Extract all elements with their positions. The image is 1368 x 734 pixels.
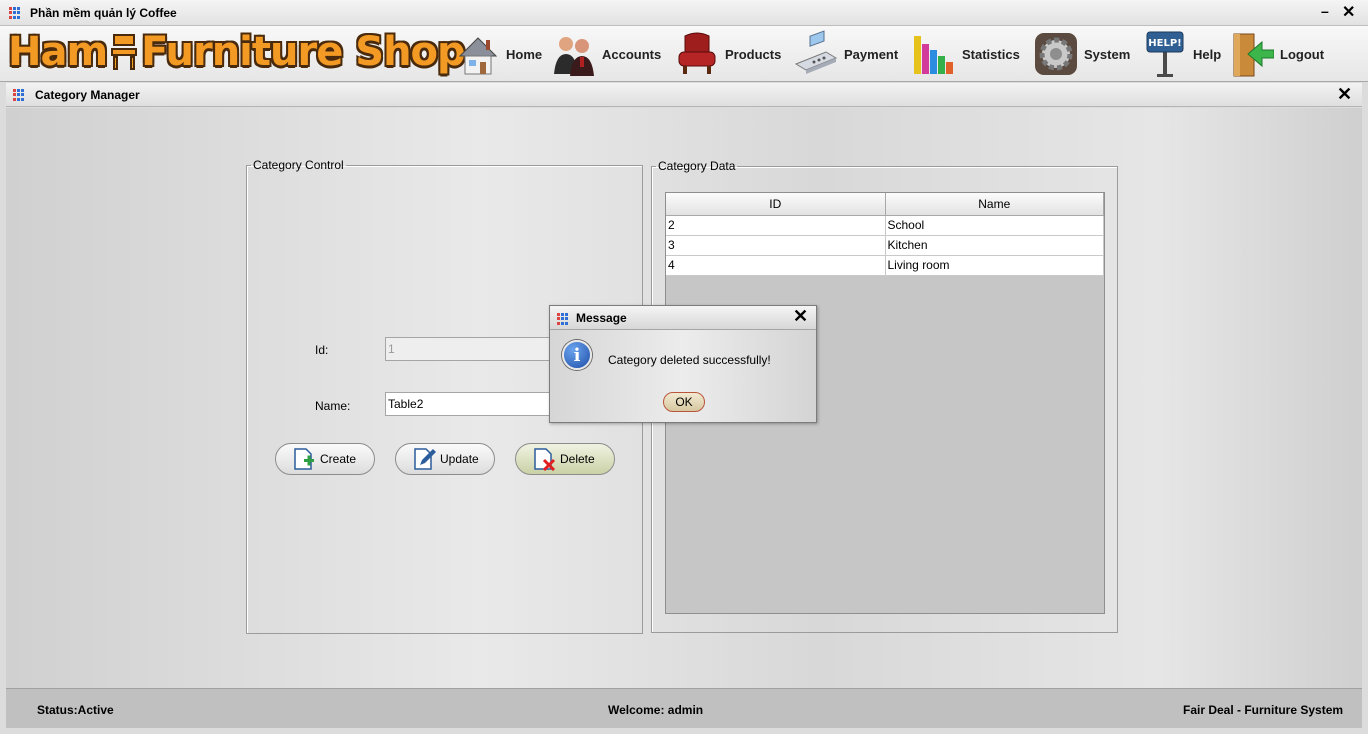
- name-field[interactable]: [385, 392, 555, 416]
- id-label: Id:: [315, 343, 329, 357]
- svg-text:HELP!: HELP!: [1148, 38, 1181, 49]
- house-icon: [458, 37, 498, 75]
- cell-id[interactable]: 3: [666, 235, 886, 256]
- shop-logo: Ham Furniture Shop: [8, 28, 466, 76]
- delete-button-label: Delete: [560, 452, 595, 466]
- delete-button[interactable]: Delete: [515, 443, 615, 475]
- nav-accounts[interactable]: Accounts: [552, 26, 661, 82]
- column-header-name[interactable]: Name: [885, 193, 1104, 216]
- category-manager-titlebar: Category Manager ✕: [6, 83, 1362, 107]
- status-active-text: Status:Active: [37, 703, 114, 717]
- status-bar: Status:Active Welcome: admin Fair Deal -…: [6, 688, 1362, 728]
- bar-chart-icon: [914, 36, 953, 74]
- delete-document-icon: [534, 448, 556, 471]
- ok-button[interactable]: OK: [663, 392, 705, 412]
- nav-home[interactable]: Home: [456, 26, 542, 82]
- cash-register-icon: [794, 30, 838, 74]
- logout-door-icon: [1233, 33, 1274, 77]
- users-icon: [554, 37, 594, 76]
- minimize-button[interactable]: –: [1321, 3, 1329, 19]
- cell-name[interactable]: Living room: [885, 255, 1104, 276]
- dialog-message: Category deleted successfully!: [608, 353, 771, 367]
- nav-logout[interactable]: Logout: [1230, 26, 1324, 82]
- nav-home-label: Home: [506, 46, 543, 62]
- nav-system[interactable]: System: [1034, 26, 1130, 82]
- frame-title: Category Manager: [35, 88, 140, 102]
- table-row[interactable]: 4 Living room: [666, 255, 1104, 276]
- logo-text-ham: Ham: [8, 29, 108, 75]
- table-row[interactable]: 3 Kitchen: [666, 235, 1104, 256]
- create-button[interactable]: Create: [275, 443, 375, 475]
- help-sign-icon: HELP!: [1146, 31, 1184, 77]
- update-button[interactable]: Update: [395, 443, 495, 475]
- gear-icon: [1035, 33, 1077, 75]
- welcome-text: Welcome: admin: [608, 703, 704, 717]
- create-button-label: Create: [320, 452, 357, 466]
- nav-help-label: Help: [1193, 46, 1222, 62]
- system-name-text: Fair Deal - Furniture System: [1183, 703, 1344, 717]
- cell-name[interactable]: Kitchen: [885, 235, 1104, 256]
- dialog-grid-icon: [557, 313, 569, 325]
- window-titlebar: Phần mềm quản lý Coffee – ✕: [0, 0, 1368, 26]
- name-label: Name:: [315, 399, 351, 413]
- cell-id[interactable]: 4: [666, 255, 886, 276]
- cell-id[interactable]: 2: [666, 215, 886, 236]
- edit-document-icon: [414, 448, 436, 470]
- category-table: ID Name 2 School 3 Kitchen 4 Living room: [666, 193, 1104, 276]
- table-row[interactable]: 2 School: [666, 215, 1104, 236]
- logo-text-furniture-shop: Furniture Shop: [141, 29, 465, 75]
- app-grid-icon: [9, 7, 21, 19]
- chair-icon: [109, 32, 139, 72]
- category-control-legend: Category Control: [253, 158, 344, 172]
- add-document-icon: [294, 448, 314, 470]
- frame-close-button[interactable]: ✕: [1337, 84, 1352, 105]
- window-title: Phần mềm quản lý Coffee: [30, 6, 177, 20]
- table-header-row: ID Name: [666, 193, 1104, 216]
- dialog-close-button[interactable]: ✕: [793, 306, 808, 327]
- nav-payment-label: Payment: [844, 46, 899, 62]
- main-menubar: Ham Furniture Shop Home Accounts Product…: [0, 26, 1368, 82]
- nav-statistics-label: Statistics: [962, 46, 1020, 62]
- nav-statistics[interactable]: Statistics: [912, 26, 1020, 82]
- nav-system-label: System: [1084, 46, 1131, 62]
- message-dialog: Message ✕ i Category deleted successfull…: [549, 305, 817, 423]
- nav-help[interactable]: HELP! Help: [1143, 26, 1221, 82]
- update-button-label: Update: [440, 452, 479, 466]
- nav-payment[interactable]: Payment: [794, 26, 898, 82]
- nav-logout-label: Logout: [1280, 46, 1325, 62]
- window-close-button[interactable]: ✕: [1342, 2, 1355, 22]
- nav-products[interactable]: Products: [675, 26, 781, 82]
- dialog-titlebar: Message ✕: [550, 306, 816, 330]
- nav-accounts-label: Accounts: [602, 46, 662, 62]
- id-field[interactable]: [385, 337, 555, 361]
- dialog-title: Message: [576, 311, 627, 325]
- category-data-legend: Category Data: [658, 159, 736, 173]
- cell-name[interactable]: School: [885, 215, 1104, 236]
- armchair-icon: [678, 32, 716, 74]
- frame-grid-icon: [13, 89, 25, 101]
- info-icon: i: [562, 340, 592, 370]
- column-header-id[interactable]: ID: [666, 193, 886, 216]
- nav-products-label: Products: [725, 46, 782, 62]
